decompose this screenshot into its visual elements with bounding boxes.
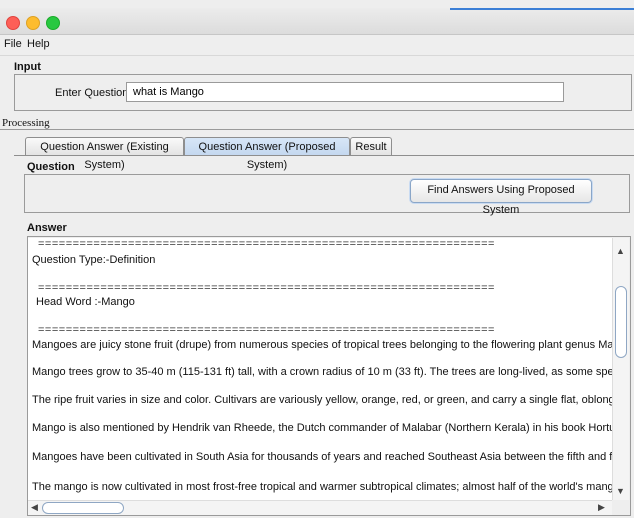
horizontal-scroll-thumb[interactable] (42, 502, 124, 514)
answer-section-title: Answer (27, 222, 67, 234)
menu-help[interactable]: Help (27, 38, 50, 50)
answer-text-line: Mango trees grow to 35-40 m (115-131 ft)… (32, 366, 612, 378)
title-accent-line (450, 8, 634, 10)
menu-file[interactable]: File (4, 38, 22, 50)
title-bar (0, 8, 634, 35)
horizontal-scrollbar[interactable]: ◀ ▶ (28, 500, 612, 515)
processing-divider (0, 129, 634, 130)
answer-text-line: Mango is also mentioned by Hendrik van R… (32, 422, 612, 434)
app-window: File Help Input Enter Question Processin… (0, 0, 634, 518)
zoom-window-button[interactable] (46, 16, 60, 30)
scroll-right-arrow-icon[interactable]: ▶ (598, 502, 605, 513)
question-input[interactable] (126, 82, 564, 102)
answer-text-line: The ripe fruit varies in size and color.… (32, 394, 612, 406)
answer-separator: ========================================… (38, 238, 495, 250)
answer-text-area[interactable]: ========================================… (28, 238, 612, 500)
answer-text-line: Mangoes have been cultivated in South As… (32, 451, 612, 463)
scroll-down-arrow-icon[interactable]: ▼ (616, 486, 625, 496)
vertical-scrollbar[interactable]: ▲ ▼ (612, 238, 629, 500)
scroll-up-arrow-icon[interactable]: ▲ (616, 246, 625, 256)
question-label: Enter Question (55, 87, 129, 99)
tab-result[interactable]: Result (350, 137, 392, 156)
answer-separator: ========================================… (38, 282, 495, 294)
find-answers-button[interactable]: Find Answers Using Proposed System (410, 179, 592, 216)
minimize-window-button[interactable] (26, 16, 40, 30)
question-section-title: Question (27, 161, 75, 173)
tab-strip-divider (14, 155, 634, 156)
close-window-button[interactable] (6, 16, 20, 30)
processing-section-title: Processing (2, 117, 50, 129)
tab-existing-system[interactable]: Question Answer (Existing System) (25, 137, 184, 171)
tab-proposed-system[interactable]: Question Answer (Proposed System) (184, 137, 350, 171)
answer-text-line: The mango is now cultivated in most fros… (32, 481, 612, 493)
input-section-title: Input (14, 61, 41, 73)
vertical-scroll-thumb[interactable] (615, 286, 627, 358)
scroll-left-arrow-icon[interactable]: ◀ (31, 502, 38, 513)
menu-bar: File Help (0, 35, 634, 56)
head-word-line: Head Word :-Mango (36, 296, 135, 308)
answer-separator: ========================================… (38, 324, 495, 336)
answer-text-line: Mangoes are juicy stone fruit (drupe) fr… (32, 339, 612, 351)
question-type-line: Question Type:-Definition (32, 254, 156, 266)
